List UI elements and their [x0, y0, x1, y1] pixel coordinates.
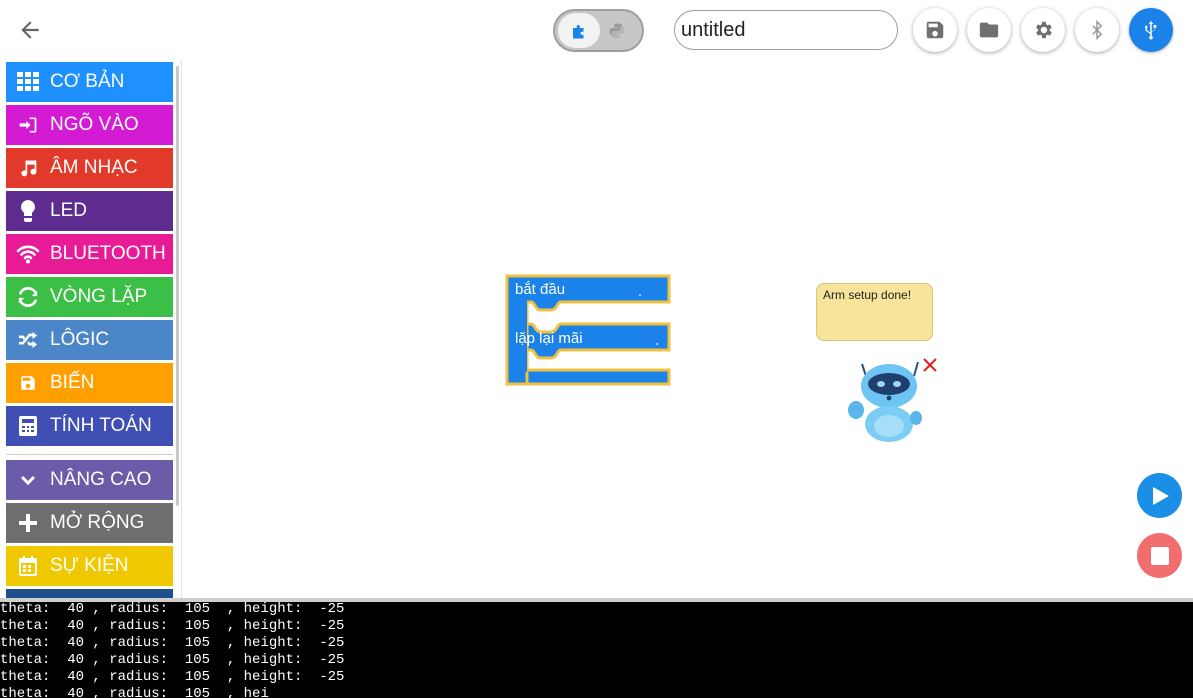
category-label: LED [50, 200, 87, 221]
bluetooth-icon [1092, 19, 1103, 41]
close-assistant-button[interactable] [920, 355, 940, 375]
console-line: theta: 40 , radius: 105 , height: -25 [0, 618, 345, 634]
category-bien[interactable]: BIẾN [6, 363, 173, 403]
category-label: LÔGIC [50, 329, 110, 350]
assistant-speech-bubble: Arm setup done! [816, 283, 933, 341]
lightbulb-icon [14, 199, 42, 223]
category-nang-cao[interactable]: NÂNG CAO [6, 460, 173, 500]
robot-icon [848, 361, 922, 442]
gear-icon [1036, 21, 1052, 39]
category-led[interactable]: LED [6, 191, 173, 231]
console-line: theta: 40 , radius: 105 , height: -25 [0, 635, 345, 651]
calculator-icon [14, 414, 42, 438]
blocks-icon [573, 24, 584, 38]
play-icon [1152, 486, 1169, 505]
category-mo-rong[interactable]: MỞ RỘNG [6, 503, 173, 543]
usb-button[interactable] [1129, 8, 1173, 52]
category-label: BIẾN [50, 372, 95, 393]
calendar-icon [14, 554, 42, 578]
console-line: theta: 40 , radius: 105 , height: -25 [0, 652, 345, 668]
music-icon [14, 156, 42, 180]
code-mode-toggle[interactable] [553, 9, 644, 52]
category-logic[interactable]: LÔGIC [6, 320, 173, 360]
category-tinh-toan[interactable]: TÍNH TOÁN [6, 406, 173, 446]
category-label: NGÕ VÀO [50, 114, 139, 135]
category-ngo-vao[interactable]: NGÕ VÀO [6, 105, 173, 145]
wifi-icon [14, 242, 42, 266]
blocks-mode-option[interactable] [558, 13, 600, 48]
save-icon [926, 21, 944, 39]
usb-icon [1144, 20, 1157, 40]
category-su-kien[interactable]: SỰ KIỆN [6, 546, 173, 586]
console-line: theta: 40 , radius: 105 , height: -25 [0, 602, 345, 617]
bluetooth-button[interactable] [1075, 8, 1119, 52]
save-button[interactable] [913, 8, 957, 52]
variable-icon [14, 371, 42, 395]
python-icon [609, 23, 624, 38]
console-line: theta: 40 , radius: 105 , height: -25 [0, 669, 345, 685]
folder-icon [979, 22, 999, 38]
category-toolbox: CƠ BẢN NGÕ VÀO ÂM NHẠC LED BLUETOOTH VÒN… [0, 60, 182, 600]
chevron-down-icon [14, 468, 42, 492]
stop-icon [1150, 546, 1169, 565]
project-name-input[interactable] [674, 10, 898, 50]
assistant-message: Arm setup done! [823, 288, 912, 302]
category-label: ÂM NHẠC [50, 157, 138, 178]
run-button[interactable] [1137, 473, 1182, 518]
category-label: CƠ BẢN [50, 71, 125, 92]
category-label: MỞ RỘNG [50, 512, 145, 533]
open-folder-button[interactable] [967, 8, 1011, 52]
category-label: SỰ KIỆN [50, 555, 129, 576]
forever-block-label: lặp lại mãi [515, 330, 583, 347]
serial-console[interactable]: theta: 40 , radius: 105 , height: -25 th… [0, 602, 1193, 698]
category-label: BLUETOOTH [50, 243, 166, 264]
category-vong-lap[interactable]: VÒNG LẶP [6, 277, 173, 317]
category-am-nhac[interactable]: ÂM NHẠC [6, 148, 173, 188]
category-bluetooth[interactable]: BLUETOOTH [6, 234, 173, 274]
arrow-left-icon [21, 21, 39, 39]
start-block-label: bắt đầu [515, 281, 566, 298]
close-icon [923, 358, 937, 372]
category-co-ban[interactable]: CƠ BẢN [6, 62, 173, 102]
shuffle-icon [14, 328, 42, 352]
toolbox-scrollbar[interactable] [176, 66, 179, 506]
loop-icon [14, 285, 42, 309]
settings-button[interactable] [1021, 8, 1065, 52]
app-window: CƠ BẢN NGÕ VÀO ÂM NHẠC LED [0, 0, 1193, 698]
category-label: VÒNG LẶP [50, 286, 148, 307]
block-workspace[interactable] [183, 60, 1193, 600]
category-divider [6, 454, 173, 455]
input-icon [14, 113, 42, 137]
stop-button[interactable] [1137, 533, 1182, 578]
back-button[interactable] [14, 14, 46, 46]
python-mode-option[interactable] [599, 13, 634, 48]
console-line: theta: 40 , radius: 105 , hei [0, 686, 269, 698]
category-label: TÍNH TOÁN [50, 415, 152, 436]
category-label: NÂNG CAO [50, 469, 152, 490]
grid-icon [14, 70, 42, 94]
plus-icon [14, 511, 42, 535]
